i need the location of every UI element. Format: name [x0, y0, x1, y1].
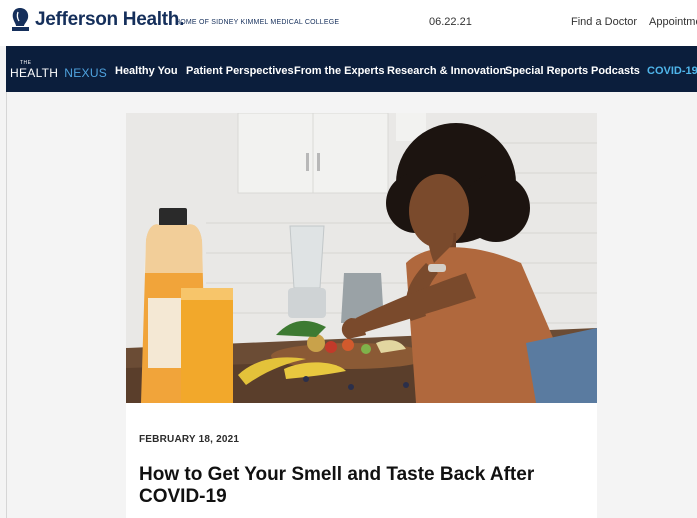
- article-hero-image[interactable]: [126, 113, 597, 403]
- nav-covid-19[interactable]: COVID-19: [647, 65, 697, 77]
- article-title[interactable]: How to Get Your Smell and Taste Back Aft…: [139, 464, 579, 508]
- tagline: HOME OF SIDNEY KIMMEL MEDICAL COLLEGE: [175, 19, 340, 26]
- nav-from-the-experts[interactable]: From the Experts: [294, 65, 384, 77]
- health-nexus-brand[interactable]: THE HEALTH NEXUS: [10, 60, 108, 80]
- nav-podcasts[interactable]: Podcasts: [591, 65, 640, 77]
- brand-the: THE: [20, 60, 32, 66]
- nav-special-reports[interactable]: Special Reports: [505, 65, 588, 77]
- main-nav: THE HEALTH NEXUS Healthy You Patient Pers…: [6, 46, 697, 92]
- brand-health: HEALTH: [10, 66, 59, 80]
- nav-healthy-you[interactable]: Healthy You: [115, 65, 178, 77]
- nav-research-innovation[interactable]: Research & Innovation: [387, 65, 506, 77]
- page-divider: [6, 92, 7, 518]
- article-card[interactable]: FEBRUARY 18, 2021 How to Get Your Smell …: [126, 113, 597, 518]
- brand-nexus: NEXUS: [64, 66, 108, 80]
- nav-patient-perspectives[interactable]: Patient Perspectives: [186, 65, 294, 77]
- top-header: Jefferson Health. HOME OF SIDNEY KIMMEL …: [0, 0, 697, 46]
- logo-text: Jefferson Health.: [35, 9, 185, 30]
- hero-illustration: [126, 113, 597, 403]
- find-a-doctor-link[interactable]: Find a Doctor: [571, 16, 637, 28]
- article-date: FEBRUARY 18, 2021: [139, 434, 240, 445]
- jefferson-logo-icon: [12, 8, 29, 31]
- header-date: 06.22.21: [429, 16, 472, 28]
- jefferson-health-logo[interactable]: Jefferson Health.: [10, 7, 184, 33]
- appointments-link[interactable]: Appointme: [649, 16, 697, 28]
